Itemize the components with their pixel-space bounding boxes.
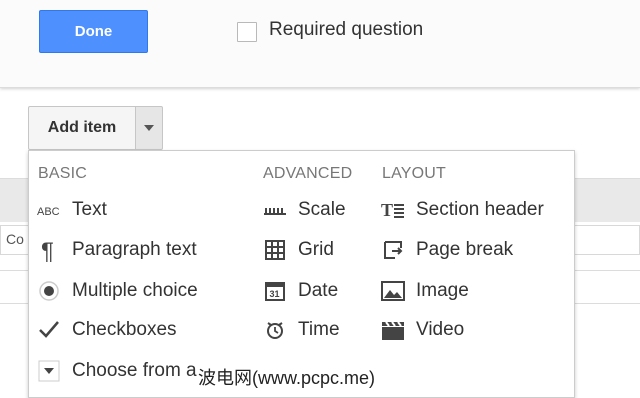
menu-item-multiple-choice[interactable]: Multiple choice [36,276,198,306]
menu-item-label: Multiple choice [72,280,198,301]
menu-item-label: Paragraph text [72,239,197,260]
question-edit-card: Done Required question [0,0,640,88]
menu-item-scale[interactable]: Scale [262,195,346,225]
menu-header-layout: LAYOUT [382,165,447,182]
menu-item-label: Time [298,319,340,340]
svg-text:31: 31 [270,289,280,299]
page-break-icon [380,237,406,263]
menu-item-label: Checkboxes [72,319,177,340]
video-icon [380,317,406,343]
menu-item-page-break[interactable]: Page break [380,235,513,265]
menu-item-paragraph-text[interactable]: ¶ Paragraph text [36,235,197,265]
menu-item-grid[interactable]: Grid [262,235,334,265]
scale-icon [262,197,288,223]
menu-item-label: Choose from a [72,360,197,381]
menu-item-time[interactable]: Time [262,315,340,345]
menu-item-label: Scale [298,199,346,220]
required-question-label: Required question [269,19,424,40]
menu-item-label: Section header [416,199,544,220]
calendar-icon: 31 [262,278,288,304]
menu-item-label: Date [298,280,339,301]
menu-item-label: Video [416,319,465,340]
watermark-text: 波电网(www.pcpc.me) [198,368,376,388]
dropdown-icon [36,358,62,384]
menu-item-image[interactable]: Image [380,276,469,306]
menu-item-choose-from-list[interactable]: Choose from a [36,356,197,386]
menu-item-video[interactable]: Video [380,315,464,345]
menu-item-section-header[interactable]: T Section header [380,195,544,225]
menu-item-label: Text [72,199,107,220]
checkmark-icon [36,317,62,343]
background-input-text: Co [6,231,24,247]
svg-text:T: T [381,200,393,220]
menu-header-basic: BASIC [38,165,88,182]
svg-text:ABC: ABC [37,206,60,217]
abc-text-icon: ABC [36,197,62,223]
menu-item-text[interactable]: ABC Text [36,195,107,225]
svg-text:¶: ¶ [41,238,54,262]
chevron-down-icon [144,125,154,131]
clock-icon [262,317,288,343]
section-header-icon: T [380,197,406,223]
menu-item-checkboxes[interactable]: Checkboxes [36,315,177,345]
image-icon [380,278,406,304]
pilcrow-icon: ¶ [36,237,62,263]
menu-header-advanced: ADVANCED [263,165,353,182]
menu-item-label: Grid [298,239,334,260]
menu-item-date[interactable]: 31 Date [262,276,338,306]
menu-item-label: Image [416,280,469,301]
required-question-checkbox[interactable] [237,22,257,42]
menu-item-label: Page break [416,239,514,260]
grid-icon [262,237,288,263]
done-button[interactable]: Done [39,10,148,53]
add-item-dropdown-toggle[interactable] [135,106,163,150]
radio-icon [36,278,62,304]
add-item-button[interactable]: Add item [28,106,136,150]
